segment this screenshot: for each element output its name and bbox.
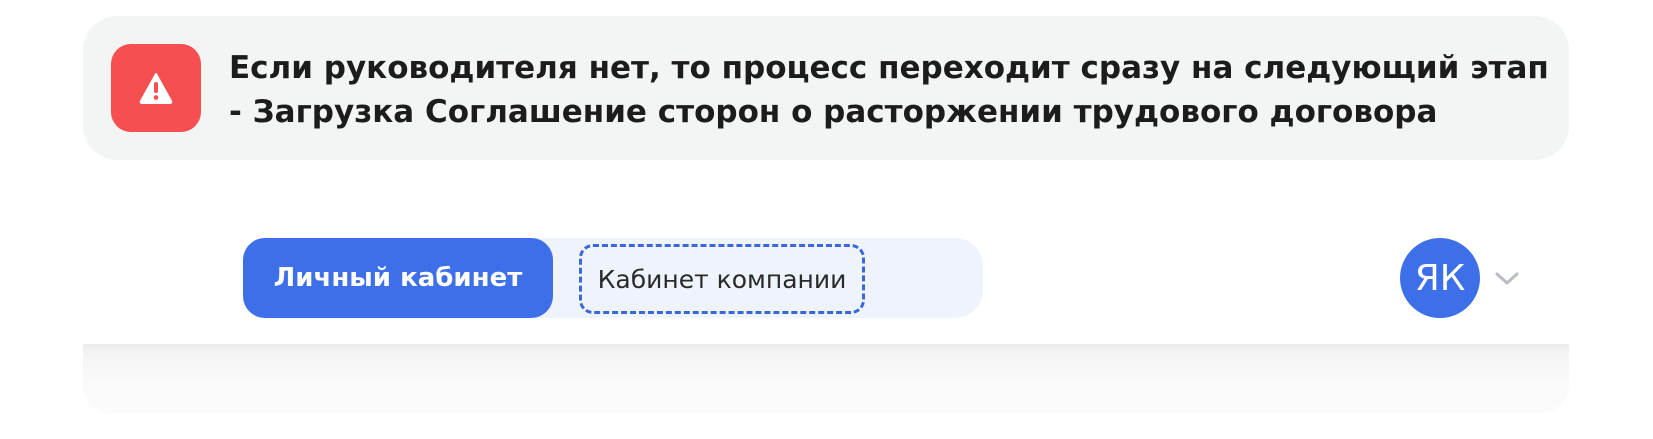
notice-line-1: Если руководителя нет, то процесс перехо… bbox=[229, 50, 1549, 86]
app-header-preview: Личный кабинет Кабинет компании ЯК bbox=[83, 216, 1569, 414]
notice-text: Если руководителя нет, то процесс перехо… bbox=[229, 46, 1549, 134]
user-avatar[interactable]: ЯК bbox=[1400, 238, 1480, 318]
tab-company-cabinet[interactable]: Кабинет компании bbox=[579, 244, 865, 314]
cabinet-switch: Личный кабинет Кабинет компании bbox=[243, 238, 983, 318]
tab-personal-cabinet[interactable]: Личный кабинет bbox=[243, 238, 553, 318]
chevron-down-icon[interactable] bbox=[1493, 266, 1521, 290]
notice-banner: Если руководителя нет, то процесс перехо… bbox=[83, 16, 1569, 160]
warning-badge bbox=[111, 44, 201, 132]
top-nav-bar: Личный кабинет Кабинет компании ЯК bbox=[83, 216, 1569, 344]
notice-line-2: - Загрузка Соглашение сторон о расторжен… bbox=[229, 94, 1438, 130]
header-shadow-area bbox=[83, 344, 1569, 414]
warning-icon bbox=[139, 73, 173, 104]
